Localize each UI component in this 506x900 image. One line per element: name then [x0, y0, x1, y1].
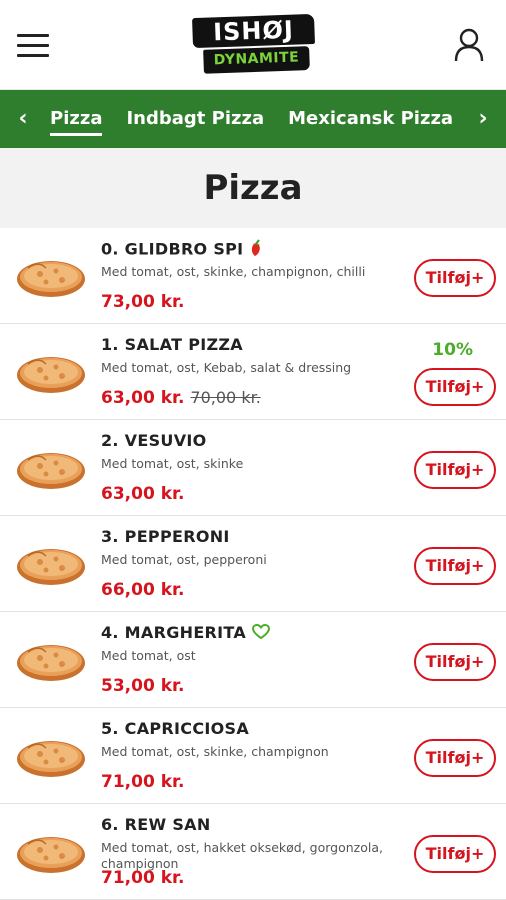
menu-item[interactable]: 4. MARGHERITA Med tomat, ost 53,00 kr. Tilf… — [0, 612, 506, 708]
item-name-text: 6. REW SAN — [101, 815, 211, 834]
chevron-left-icon[interactable]: ‹ — [5, 90, 41, 148]
item-name: 4. MARGHERITA — [101, 623, 271, 644]
item-name: 5. CAPRICCIOSA — [101, 719, 249, 738]
menu-item[interactable]: 2. VESUVIO Med tomat, ost, skinke 63,00 kr… — [0, 420, 506, 516]
logo-subtitle: DYNAMITE — [203, 46, 310, 74]
item-name-text: 3. PEPPERONI — [101, 527, 230, 546]
menu-item[interactable]: 3. PEPPERONI Med tomat, ost, pepperoni 66,… — [0, 516, 506, 612]
item-name: 1. SALAT PIZZA — [101, 335, 243, 354]
add-to-cart-button[interactable]: Tilføj+ — [414, 835, 496, 873]
item-description: Med tomat, ost, skinke, champignon — [101, 744, 329, 759]
menu-item[interactable]: 0. GLIDBRO SPI Med tomat, ost, skinke, ch… — [0, 228, 506, 324]
pizza-image — [16, 256, 86, 298]
logo-title: ISHØJ — [192, 13, 315, 49]
menu-item[interactable]: 1. SALAT PIZZA Med tomat, ost, Kebab, sal… — [0, 324, 506, 420]
item-name: 0. GLIDBRO SPI — [101, 239, 265, 261]
item-name-text: 1. SALAT PIZZA — [101, 335, 243, 354]
add-to-cart-button[interactable]: Tilføj+ — [414, 259, 496, 297]
category-nav: ‹ Pizza Indbagt Pizza Mexicansk Pizza › — [0, 90, 506, 148]
item-name-text: 5. CAPRICCIOSA — [101, 719, 250, 738]
item-old-price: 70,00 kr. — [190, 388, 261, 407]
add-to-cart-button[interactable]: Tilføj+ — [414, 739, 496, 777]
item-name-text: 0. GLIDBRO SPI — [101, 239, 244, 259]
menu-list: 0. GLIDBRO SPI Med tomat, ost, skinke, ch… — [0, 228, 506, 900]
item-description: Med tomat, ost, skinke — [101, 456, 244, 471]
item-price-value: 63,00 kr. — [101, 388, 185, 408]
item-description: Med tomat, ost, Kebab, salat & dressing — [101, 360, 352, 375]
pizza-image — [16, 352, 86, 394]
item-price: 71,00 kr. — [101, 868, 184, 888]
section-title: Pizza — [0, 148, 506, 228]
pizza-image — [16, 832, 86, 874]
add-to-cart-button[interactable]: Tilføj+ — [414, 451, 496, 489]
item-name: 6. REW SAN — [101, 815, 211, 834]
menu-item[interactable]: 5. CAPRICCIOSA Med tomat, ost, skinke, ch… — [0, 708, 506, 804]
item-price: 71,00 kr. — [101, 772, 184, 792]
header: ISHØJ DYNAMITE — [0, 0, 506, 90]
chili-icon — [249, 239, 265, 261]
item-price: 53,00 kr. — [101, 676, 184, 696]
item-price: 66,00 kr. — [101, 580, 184, 600]
item-price-value: 66,00 kr. — [101, 580, 185, 600]
pizza-image — [16, 640, 86, 682]
tab-indbagt-pizza[interactable]: Indbagt Pizza — [126, 90, 264, 148]
item-description: Med tomat, ost, skinke, champignon, chil… — [101, 264, 366, 279]
category-tabs: Pizza Indbagt Pizza Mexicansk Pizza — [50, 90, 477, 148]
add-to-cart-button[interactable]: Tilføj+ — [414, 547, 496, 585]
add-to-cart-button[interactable]: Tilføj+ — [414, 643, 496, 681]
item-description: Med tomat, ost, pepperoni — [101, 552, 267, 567]
logo[interactable]: ISHØJ DYNAMITE — [192, 13, 316, 76]
chevron-right-icon[interactable]: › — [465, 90, 501, 148]
user-icon[interactable] — [454, 28, 484, 62]
tab-pizza[interactable]: Pizza — [50, 90, 103, 148]
item-price-value: 71,00 kr. — [101, 772, 185, 792]
item-price: 63,00 kr. — [101, 484, 184, 504]
item-name: 2. VESUVIO — [101, 431, 207, 450]
tab-mexicansk-pizza[interactable]: Mexicansk Pizza — [288, 90, 453, 148]
item-name-text: 2. VESUVIO — [101, 431, 207, 450]
item-name-text: 4. MARGHERITA — [101, 623, 247, 642]
pizza-image — [16, 736, 86, 778]
item-price-value: 53,00 kr. — [101, 676, 185, 696]
item-price: 73,00 kr. — [101, 292, 184, 312]
item-price-value: 73,00 kr. — [101, 292, 185, 312]
add-to-cart-button[interactable]: Tilføj+ — [414, 368, 496, 406]
vegetarian-heart-icon — [252, 623, 271, 644]
menu-item[interactable]: 6. REW SAN Med tomat, ost, hakket oksekød… — [0, 804, 506, 900]
item-price-value: 63,00 kr. — [101, 484, 185, 504]
item-description: Med tomat, ost — [101, 648, 196, 663]
item-price-value: 71,00 kr. — [101, 868, 185, 888]
pizza-image — [16, 544, 86, 586]
discount-badge: 10% — [432, 340, 473, 360]
item-name: 3. PEPPERONI — [101, 527, 230, 546]
hamburger-icon[interactable] — [17, 34, 49, 58]
item-price: 63,00 kr. 70,00 kr. — [101, 388, 261, 408]
pizza-image — [16, 448, 86, 490]
